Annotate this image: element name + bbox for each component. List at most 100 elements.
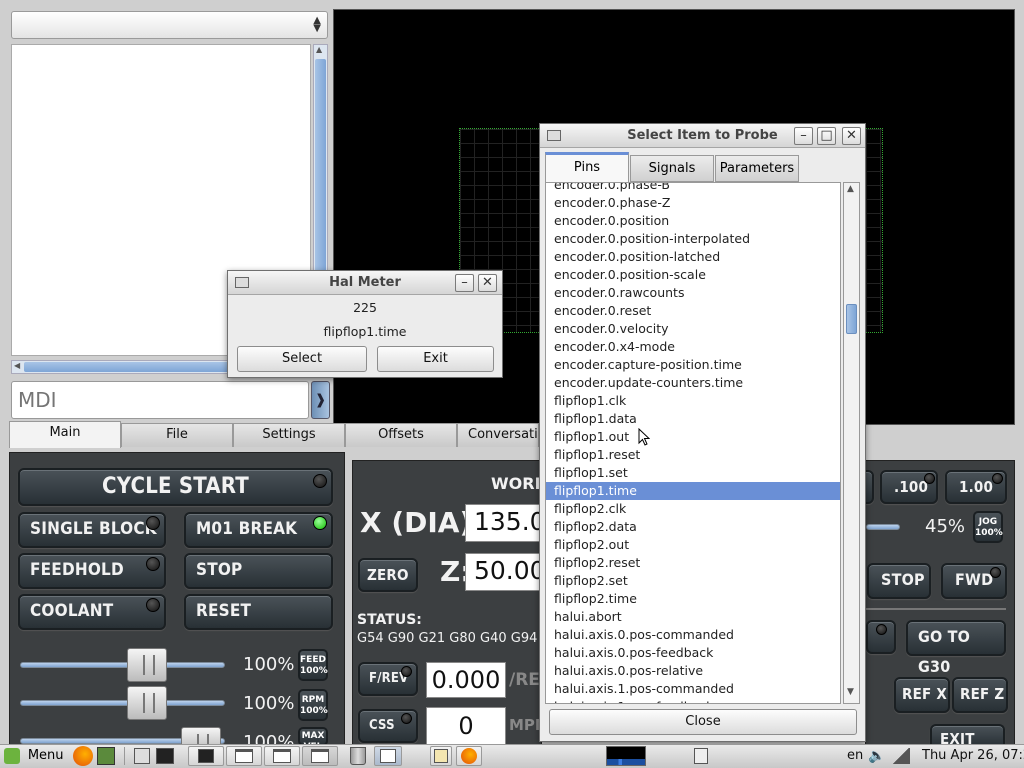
pin-list-item[interactable]: encoder.0.phase-Z	[546, 194, 840, 212]
mdi-expand-button[interactable]: ❱	[311, 381, 330, 419]
task-editor[interactable]	[430, 746, 452, 766]
task-window-4[interactable]	[374, 746, 402, 766]
pin-list-item[interactable]: halui.abort	[546, 608, 840, 626]
feed-slider-knob[interactable]	[127, 648, 167, 682]
pin-list-item[interactable]: halui.axis.1.pos-commanded	[546, 680, 840, 698]
pin-list-item[interactable]: flipflop2.data	[546, 518, 840, 536]
pin-list-item[interactable]: encoder.0.position-scale	[546, 266, 840, 284]
pin-list-item[interactable]: halui.axis.0.pos-commanded	[546, 626, 840, 644]
close-icon[interactable]: ✕	[842, 127, 861, 145]
pin-list-item[interactable]: encoder.0.rawcounts	[546, 284, 840, 302]
terminal-icon	[198, 749, 214, 763]
pin-list-item[interactable]: flipflop1.time	[546, 482, 840, 500]
single-block-button[interactable]: SINGLE BLOCK	[18, 512, 166, 548]
tab-offsets[interactable]: Offsets	[345, 423, 457, 447]
task-window-2[interactable]	[264, 746, 300, 766]
jog-speed-slider[interactable]	[866, 524, 900, 530]
mdi-input[interactable]	[18, 384, 298, 416]
pin-list-item[interactable]: encoder.0.reset	[546, 302, 840, 320]
ref-z-button[interactable]: REF Z	[952, 677, 1008, 713]
scroll-down-icon[interactable]: ▼	[847, 687, 854, 697]
menu-button[interactable]: Menu	[4, 746, 68, 766]
rpm-override-button[interactable]: RPM 100%	[298, 689, 328, 721]
pin-list-item[interactable]: flipflop2.out	[546, 536, 840, 554]
pin-list-item[interactable]: flipflop2.reset	[546, 554, 840, 572]
pin-list-item[interactable]: flipflop1.set	[546, 464, 840, 482]
pin-list-item[interactable]: encoder.0.position	[546, 212, 840, 230]
pin-list-item[interactable]: halui.axis.0.pos-relative	[546, 662, 840, 680]
exit-button[interactable]: EXIT	[930, 724, 1005, 746]
pin-list-item[interactable]: encoder.update-counters.time	[546, 374, 840, 392]
pin-list-item[interactable]: encoder.0.x4-mode	[546, 338, 840, 356]
cycle-start-button[interactable]: CYCLE START	[18, 468, 333, 506]
hal-meter-titlebar[interactable]: Hal Meter – ✕	[228, 271, 502, 295]
calculator-launcher-icon[interactable]	[97, 747, 115, 765]
tab-settings[interactable]: Settings	[233, 423, 345, 447]
firefox-launcher-icon[interactable]	[73, 746, 93, 766]
pin-list[interactable]: encoder.0.phase-B encoder.0.phase-Z encode…	[545, 182, 841, 704]
feedhold-button[interactable]: FEEDHOLD	[18, 553, 166, 589]
ref-x-button[interactable]: REF X	[894, 677, 950, 713]
scroll-left-icon[interactable]: ◀	[14, 361, 20, 370]
pin-list-thumb[interactable]	[846, 304, 857, 334]
file-combo[interactable]: ▲ ▼	[11, 11, 328, 39]
jog-speed-button[interactable]: JOG 100%	[973, 511, 1003, 543]
probe-close-button[interactable]: Close	[549, 709, 857, 735]
removable-drive-icon[interactable]	[694, 748, 708, 764]
reset-button[interactable]: RESET	[184, 594, 333, 630]
task-window-1[interactable]	[226, 746, 262, 766]
feed-override-button[interactable]: FEED 100%	[298, 649, 328, 681]
tab-file[interactable]: File	[121, 423, 233, 447]
maximize-icon[interactable]: □	[817, 127, 836, 145]
zero-button[interactable]: ZERO	[358, 558, 418, 592]
pin-list-item[interactable]: encoder.0.position-latched	[546, 248, 840, 266]
coolant-label: COOLANT	[30, 601, 114, 621]
tab-parameters[interactable]: Parameters	[715, 155, 799, 182]
pin-list-item[interactable]: halui.axis.1.pos-feedback	[546, 698, 840, 703]
probe-titlebar[interactable]: Select Item to Probe – □ ✕	[540, 124, 865, 148]
clock[interactable]: Thu Apr 26, 07:20	[922, 748, 1024, 763]
m01-break-button[interactable]: M01 BREAK	[184, 512, 333, 548]
scroll-up-icon[interactable]: ▲	[316, 45, 322, 54]
terminal-launcher-icon[interactable]	[156, 748, 174, 764]
pin-list-item[interactable]: encoder.capture-position.time	[546, 356, 840, 374]
close-icon[interactable]: ✕	[478, 274, 497, 292]
rpm-slider-knob[interactable]	[127, 686, 167, 720]
pin-list-item[interactable]: flipflop1.out	[546, 428, 840, 446]
pin-list-item[interactable]: flipflop2.time	[546, 590, 840, 608]
volume-icon[interactable]: 🔈	[868, 748, 885, 764]
pin-list-item[interactable]: flipflop2.clk	[546, 500, 840, 518]
tab-signals[interactable]: Signals	[630, 155, 714, 182]
network-icon[interactable]	[892, 748, 910, 764]
go-to-g30-button[interactable]: GO TO G30	[906, 620, 1006, 676]
rpm-override-slider[interactable]	[20, 686, 225, 720]
pin-list-item[interactable]: halui.axis.0.pos-feedback	[546, 644, 840, 662]
task-firefox[interactable]	[456, 746, 482, 766]
task-terminal[interactable]	[188, 746, 224, 766]
pin-list-item[interactable]: flipflop1.data	[546, 410, 840, 428]
pin-list-scrollbar[interactable]: ▲ ▼	[843, 182, 860, 704]
mdi-input-box[interactable]	[11, 381, 309, 419]
trash-icon[interactable]	[350, 747, 366, 765]
files-launcher-icon[interactable]	[134, 748, 150, 764]
keyboard-layout[interactable]: en	[847, 748, 863, 763]
hal-meter-select-button[interactable]: Select	[237, 346, 367, 372]
pin-list-item[interactable]: encoder.0.velocity	[546, 320, 840, 338]
tab-main[interactable]: Main	[9, 421, 121, 448]
feed-override-slider[interactable]	[20, 648, 225, 682]
stop-button[interactable]: STOP	[184, 553, 333, 589]
hal-meter-exit-button[interactable]: Exit	[377, 346, 494, 372]
pin-list-item[interactable]: encoder.0.phase-B	[546, 183, 840, 194]
spindle-stop-button[interactable]: STOP	[867, 563, 931, 599]
minimize-icon[interactable]: –	[455, 274, 474, 292]
pin-list-item[interactable]: flipflop2.set	[546, 572, 840, 590]
tab-pins[interactable]: Pins	[545, 152, 629, 182]
scroll-up-icon[interactable]: ▲	[847, 184, 854, 194]
pin-list-item[interactable]: flipflop1.clk	[546, 392, 840, 410]
pin-list-item[interactable]: flipflop1.reset	[546, 446, 840, 464]
tab-conversational[interactable]: Conversatio	[457, 423, 539, 447]
minimize-icon[interactable]: –	[794, 127, 813, 145]
task-window-3[interactable]	[302, 746, 338, 766]
pin-list-item[interactable]: encoder.0.position-interpolated	[546, 230, 840, 248]
coolant-button[interactable]: COOLANT	[18, 594, 166, 630]
